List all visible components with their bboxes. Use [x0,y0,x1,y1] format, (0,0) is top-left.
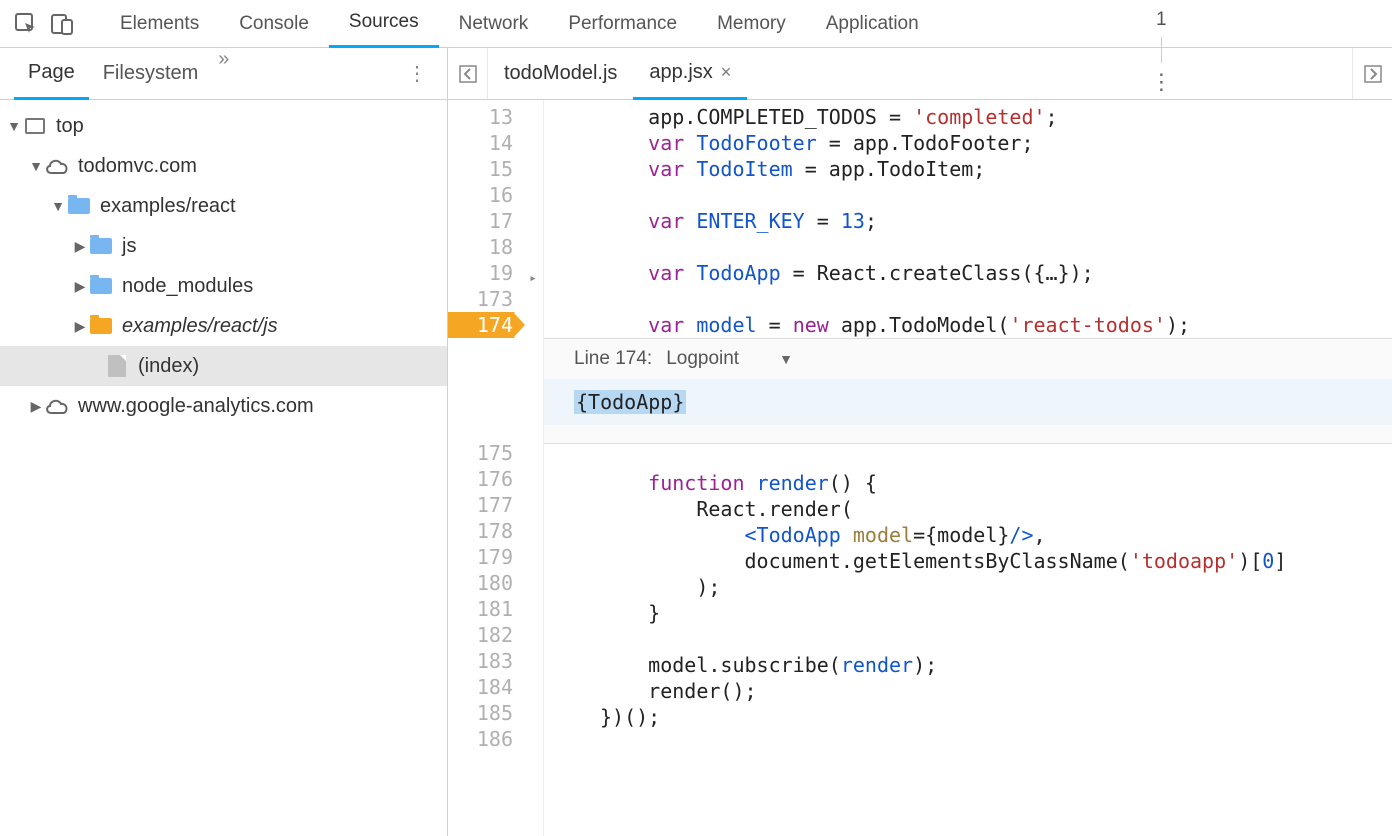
frame-icon [22,113,48,139]
editor-tab[interactable]: app.jsx × [633,48,747,100]
line-number[interactable]: 175 [448,440,543,466]
navigate-back-icon[interactable] [448,48,488,99]
tree-item-folder[interactable]: ▶ node_modules [0,266,447,306]
line-number[interactable]: 173 [448,286,543,312]
tree-item-domain[interactable]: ▶ www.google-analytics.com [0,386,447,426]
disclosure-triangle-icon[interactable]: ▼ [6,118,22,134]
inspect-element-icon[interactable] [8,6,44,42]
line-number[interactable]: 182 [448,622,543,648]
folder-icon [88,273,114,299]
tree-label: examples/react/js [122,315,278,338]
tree-item-folder[interactable]: ▼ examples/react [0,186,447,226]
tree-label: node_modules [122,275,253,298]
disclosure-triangle-icon[interactable]: ▶ [72,238,88,255]
editor-tabs: todoModel.js app.jsx × [448,48,1392,100]
folder-icon [88,233,114,259]
navigator-tab-filesystem[interactable]: Filesystem [89,48,213,100]
panel-tab-console[interactable]: Console [219,0,329,48]
devtools-toolbar: ElementsConsoleSourcesNetworkPerformance… [0,0,1392,48]
line-number[interactable]: 185 [448,700,543,726]
file-icon [104,353,130,379]
disclosure-triangle-icon[interactable]: ▶ [72,318,88,335]
tree-label: top [56,115,84,138]
panel-tab-sources[interactable]: Sources [329,0,439,48]
tree-label: (index) [138,355,199,378]
tree-item-folder[interactable]: ▶ examples/react/js [0,306,447,346]
navigator-tabs: Page Filesystem » ⋮ [0,48,447,100]
tree-item-folder[interactable]: ▶ js [0,226,447,266]
warning-icon[interactable]: ▲ [1152,0,1170,3]
panel-tabs: ElementsConsoleSourcesNetworkPerformance… [100,0,939,48]
breakpoint-type-select[interactable]: Logpoint▼ [666,346,793,372]
disclosure-triangle-icon[interactable]: ▶ [28,398,44,415]
disclosure-triangle-icon[interactable]: ▼ [50,198,66,214]
cloud-icon [44,393,70,419]
close-tab-icon[interactable]: × [721,62,732,83]
line-number[interactable]: 181 [448,596,543,622]
dropdown-icon: ▼ [779,346,793,372]
file-tree: ▼ top ▼ todomvc.com ▼ examples/react ▶ j… [0,100,447,432]
cloud-icon [44,153,70,179]
breakpoint-expression-input[interactable]: {TodoApp} [544,379,1392,425]
line-number[interactable]: 19▸ [448,260,543,286]
disclosure-triangle-icon[interactable]: ▶ [72,278,88,295]
line-number[interactable]: 174 [448,312,543,338]
line-number[interactable]: 183 [448,648,543,674]
device-toggle-icon[interactable] [44,6,80,42]
navigate-forward-icon[interactable] [1352,48,1392,99]
line-number[interactable]: 184 [448,674,543,700]
breakpoint-inline-editor: Line 174: Logpoint▼ {TodoApp} [544,338,1392,444]
editor-tab-label: app.jsx [649,61,712,84]
navigator-overflow-icon[interactable]: » [218,48,229,100]
tree-label: js [122,235,136,258]
line-number[interactable]: 180 [448,570,543,596]
panel-tab-memory[interactable]: Memory [697,0,806,48]
panel-tab-application[interactable]: Application [806,0,939,48]
tree-item-file[interactable]: (index) [0,346,447,386]
line-number[interactable]: 14 [448,130,543,156]
tree-label: www.google-analytics.com [78,395,314,418]
line-number[interactable]: 178 [448,518,543,544]
tree-item-domain[interactable]: ▼ todomvc.com [0,146,447,186]
line-gutter[interactable]: 13141516171819▸1731741751761771781791801… [448,100,544,836]
line-number[interactable]: 186 [448,726,543,752]
editor-tab[interactable]: todoModel.js [488,48,633,100]
navigator-panel: Page Filesystem » ⋮ ▼ top ▼ todomvc.com … [0,48,448,836]
panel-tab-performance[interactable]: Performance [548,0,697,48]
line-number[interactable]: 18 [448,234,543,260]
line-number[interactable]: 16 [448,182,543,208]
line-number[interactable]: 179 [448,544,543,570]
tree-item-top[interactable]: ▼ top [0,106,447,146]
line-number[interactable]: 176 [448,466,543,492]
breakpoint-line-label: Line 174: [574,346,652,372]
panel-tab-network[interactable]: Network [439,0,549,48]
line-number[interactable]: 177 [448,492,543,518]
warning-count: 1 [1156,9,1167,31]
folder-icon [66,193,92,219]
editor-tab-label: todoModel.js [504,62,617,85]
editor-panel: todoModel.js app.jsx × 13141516171819▸17… [448,48,1392,836]
line-number[interactable]: 13 [448,104,543,130]
code-area[interactable]: app.COMPLETED_TODOS = 'completed'; var T… [544,100,1392,836]
folder-icon [88,313,114,339]
line-number[interactable]: 17 [448,208,543,234]
line-number[interactable]: 15 [448,156,543,182]
code-editor[interactable]: 13141516171819▸1731741751761771781791801… [448,100,1392,836]
panel-tab-elements[interactable]: Elements [100,0,219,48]
navigator-more-icon[interactable]: ⋮ [401,61,433,86]
disclosure-triangle-icon[interactable]: ▼ [28,158,44,174]
tree-label: examples/react [100,195,236,218]
tree-label: todomvc.com [78,155,197,178]
navigator-tab-page[interactable]: Page [14,48,89,100]
